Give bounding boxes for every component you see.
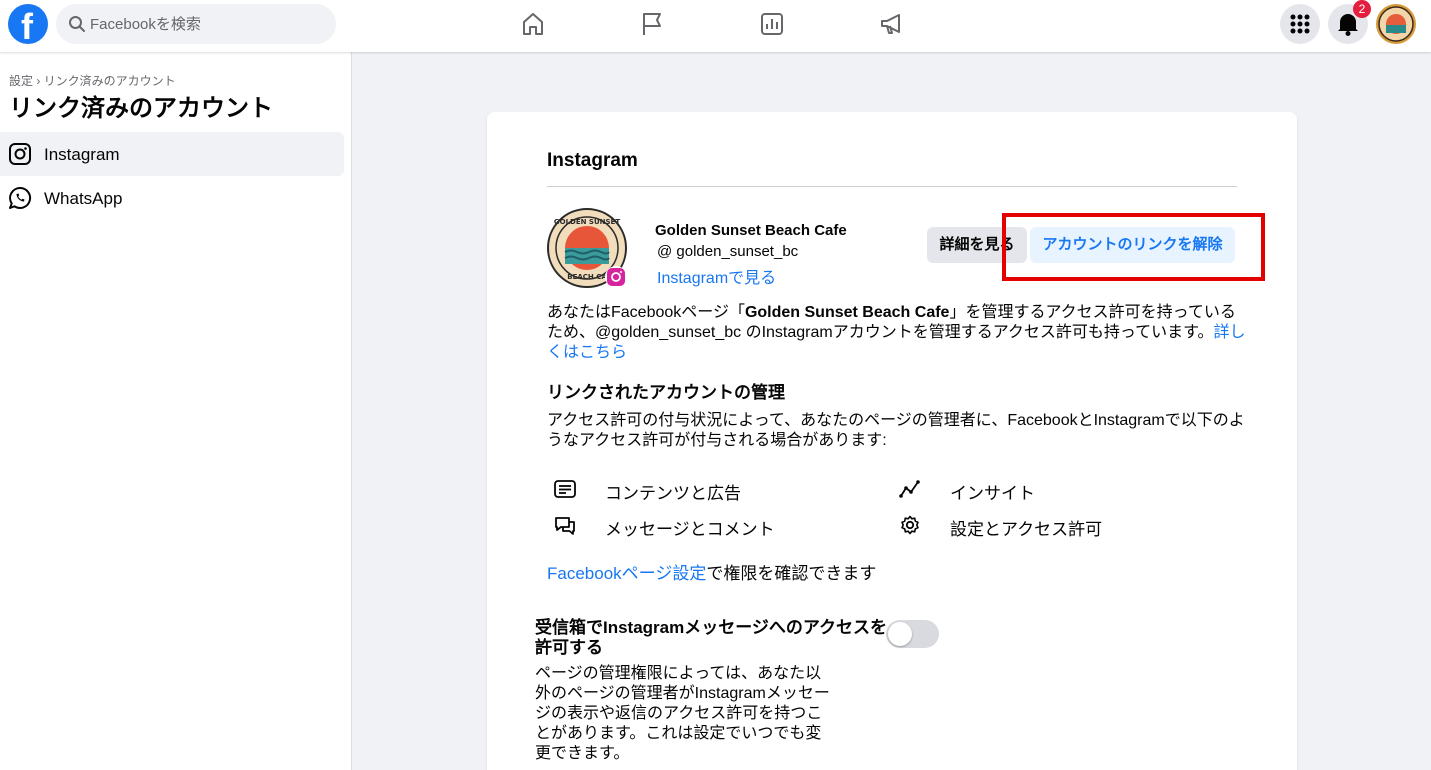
whatsapp-icon	[9, 186, 32, 209]
account-logo: GOLDEN SUNSET BEACH CA	[547, 208, 627, 288]
search-input[interactable]	[90, 4, 330, 44]
sidebar-item-whatsapp[interactable]: WhatsApp	[0, 176, 344, 220]
logo-text-bottom: BEACH CA	[567, 273, 607, 281]
permission-label: コンテンツと広告	[605, 484, 741, 503]
highlight-box	[1002, 213, 1265, 281]
sidebar: 設定 › リンク済みのアカウント リンク済みのアカウント Instagram W…	[0, 52, 352, 770]
settings-suffix: で権限を確認できます	[706, 564, 877, 583]
description-text: あなたはFacebookページ「	[547, 304, 745, 321]
divider	[547, 186, 1237, 187]
account-name: Golden Sunset Beach Cafe	[655, 222, 847, 239]
section-description: アクセス許可の付与状況によって、あなたのページの管理者に、FacebookとIn…	[547, 412, 1245, 449]
menu-button[interactable]	[1280, 4, 1320, 44]
permission-label: 設定とアクセス許可	[950, 520, 1103, 539]
page-settings-link[interactable]: Facebookページ設定	[547, 564, 706, 583]
description: あなたはFacebookページ「Golden Sunset Beach Cafe…	[547, 303, 1247, 363]
facebook-logo[interactable]: f	[8, 4, 48, 47]
logo-letter: f	[21, 6, 33, 47]
gear-icon	[901, 515, 919, 535]
flag-icon[interactable]	[638, 10, 666, 38]
page-title: リンク済みのアカウント	[9, 95, 273, 122]
top-bar: f 2	[0, 0, 1431, 52]
sidebar-item-instagram[interactable]: Instagram	[0, 132, 344, 176]
megaphone-icon[interactable]	[878, 10, 906, 38]
sidebar-item-label: Instagram	[44, 145, 120, 164]
view-on-instagram-link[interactable]: Instagramで見る	[657, 264, 776, 288]
permission-label: メッセージとコメント	[605, 520, 775, 539]
grid-menu-icon	[1290, 14, 1310, 34]
instagram-inbox-toggle[interactable]	[886, 620, 939, 648]
linked-account-card: Instagram GOLDEN SUNSET BEACH CA Golden …	[487, 112, 1297, 770]
home-icon[interactable]	[519, 10, 547, 38]
toggle-description: ページの管理権限によっては、あなた以外のページの管理者がInstagramメッセ…	[535, 665, 830, 762]
notification-badge: 2	[1353, 0, 1371, 18]
search-bar[interactable]	[56, 4, 336, 44]
search-icon	[69, 16, 85, 32]
toggle-knob	[888, 622, 912, 646]
profile-avatar[interactable]	[1376, 4, 1416, 44]
card-title: Instagram	[547, 150, 638, 171]
settings-line: Facebookページ設定で権限を確認できます	[547, 559, 876, 584]
messages-icon	[555, 517, 575, 535]
sidebar-item-label: WhatsApp	[44, 189, 123, 208]
permission-label: インサイト	[950, 484, 1035, 503]
section-title: リンクされたアカウントの管理	[547, 383, 785, 402]
insights-icon	[899, 480, 920, 498]
instagram-icon	[9, 143, 31, 165]
content-icon	[554, 480, 576, 498]
insights-icon[interactable]	[758, 10, 786, 38]
breadcrumb[interactable]: 設定 › リンク済みのアカウント	[9, 72, 176, 89]
logo-text-top: GOLDEN SUNSET	[554, 218, 620, 226]
account-handle: @ golden_sunset_bc	[657, 243, 799, 260]
avatar-logo-icon	[1378, 6, 1414, 42]
toggle-title: 受信箱でInstagramメッセージへのアクセスを許可する	[535, 618, 888, 657]
description-page-name: Golden Sunset Beach Cafe	[744, 304, 950, 321]
